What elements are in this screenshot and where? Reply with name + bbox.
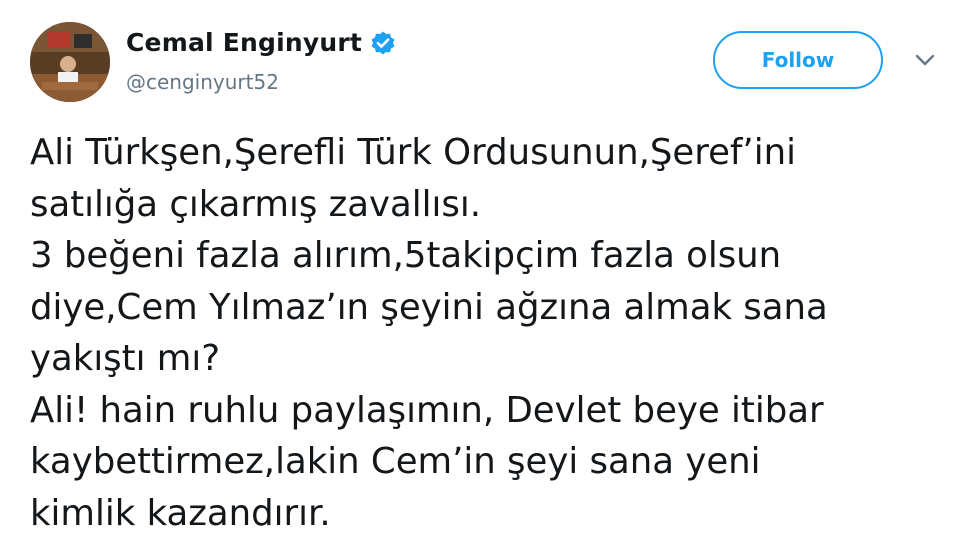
author-name-row: Cemal Enginyurt <box>126 28 396 57</box>
tweet-text-line: yakıştı mı? <box>30 338 221 379</box>
tweet-text-line: Ali Türkşen,Şerefli Türk Ordusunun,Şeref… <box>30 132 796 173</box>
tweet-text-line: Ali! hain ruhlu paylaşımın, Devlet beye … <box>30 389 824 431</box>
tweet-text: Ali Türkşen,Şerefli Türk Ordusunun,Şeref… <box>30 127 950 539</box>
avatar-photo-icon <box>30 22 110 102</box>
tweet-text-line: kaybettirmez,lakin Cem’in şeyi sana yeni <box>30 441 761 482</box>
tweet-text-line: 3 beğeni fazla alırım,5takipçim fazla ol… <box>30 235 782 276</box>
chevron-down-icon[interactable] <box>914 52 936 68</box>
follow-button[interactable]: Follow <box>713 31 883 89</box>
author-avatar[interactable] <box>30 22 110 102</box>
tweet-text-line: kimlik kazandırır. <box>30 492 331 534</box>
tweet-card: Cemal Enginyurt @cenginyurt52 Follow Ali… <box>0 0 964 550</box>
author-handle[interactable]: @cenginyurt52 <box>126 70 279 94</box>
tweet-text-line: satılığa çıkarmış zavallısı. <box>30 183 481 225</box>
verified-badge-icon <box>370 30 396 56</box>
tweet-text-line: diye,Cem Yılmaz’ın şeyini ağzına almak s… <box>30 286 828 328</box>
author-display-name[interactable]: Cemal Enginyurt <box>126 28 362 57</box>
